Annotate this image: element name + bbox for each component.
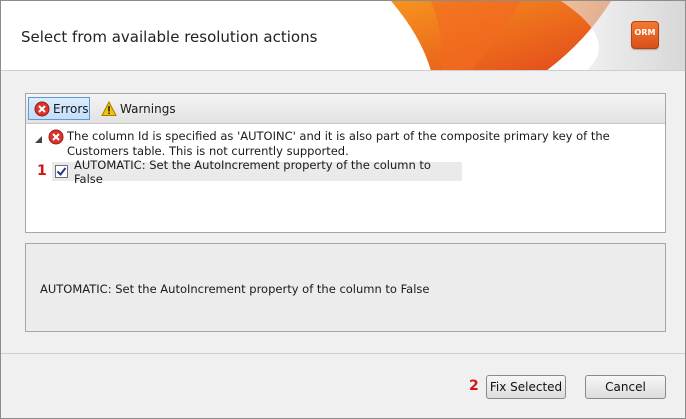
error-list-panel: Errors Warnings The column Id is specifi… bbox=[25, 93, 666, 233]
orm-logo-text: ORM bbox=[634, 28, 656, 37]
action-details-panel: AUTOMATIC: Set the AutoIncrement propert… bbox=[25, 243, 666, 332]
error-message: The column Id is specified as 'AUTOINC' … bbox=[67, 129, 610, 158]
warnings-filter-label: Warnings bbox=[120, 101, 176, 116]
annotation-marker-2: 2 bbox=[469, 378, 479, 394]
action-label: AUTOMATIC: Set the AutoIncrement propert… bbox=[74, 157, 431, 186]
checkmark-icon bbox=[56, 167, 67, 177]
action-checkbox[interactable] bbox=[55, 165, 68, 178]
cancel-button[interactable]: Cancel bbox=[585, 375, 666, 399]
warnings-filter-button[interactable]: Warnings bbox=[96, 97, 176, 120]
warning-icon bbox=[101, 100, 117, 116]
orm-logo: ORM bbox=[631, 21, 659, 49]
dialog-header: Select from available resolution actions… bbox=[1, 1, 685, 71]
resolution-dialog: Select from available resolution actions… bbox=[0, 0, 686, 419]
errors-filter-button[interactable]: Errors bbox=[28, 97, 90, 120]
footer-separator bbox=[1, 353, 685, 354]
resolution-action-row[interactable]: AUTOMATIC: Set the AutoIncrement propert… bbox=[52, 158, 462, 186]
collapse-triangle-icon[interactable] bbox=[34, 135, 44, 145]
error-icon bbox=[34, 101, 50, 116]
error-icon bbox=[48, 129, 64, 145]
action-details-text: AUTOMATIC: Set the AutoIncrement propert… bbox=[40, 282, 430, 296]
fix-selected-button[interactable]: Fix Selected bbox=[486, 375, 566, 399]
header-swoosh-decoration bbox=[391, 1, 685, 70]
annotation-marker-1: 1 bbox=[37, 163, 47, 179]
filter-toolbar: Errors Warnings bbox=[26, 94, 665, 124]
errors-filter-label: Errors bbox=[53, 101, 89, 116]
error-tree-item[interactable]: The column Id is specified as 'AUTOINC' … bbox=[34, 129, 654, 159]
